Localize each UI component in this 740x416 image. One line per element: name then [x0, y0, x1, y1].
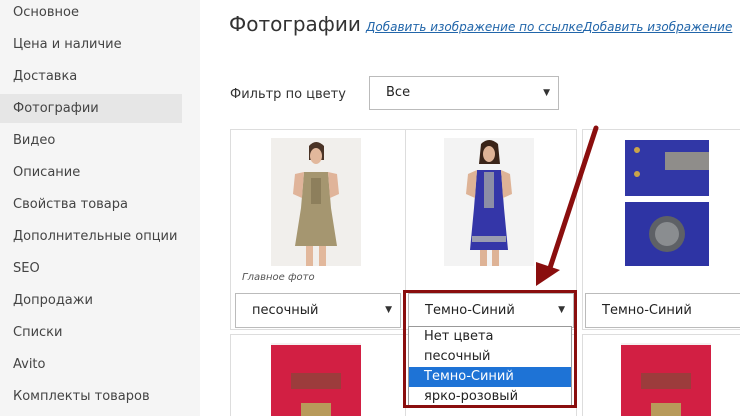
annotation-arrow — [536, 125, 599, 286]
product-editor: Основное Цена и наличие Доставка Фотогра… — [0, 0, 740, 416]
